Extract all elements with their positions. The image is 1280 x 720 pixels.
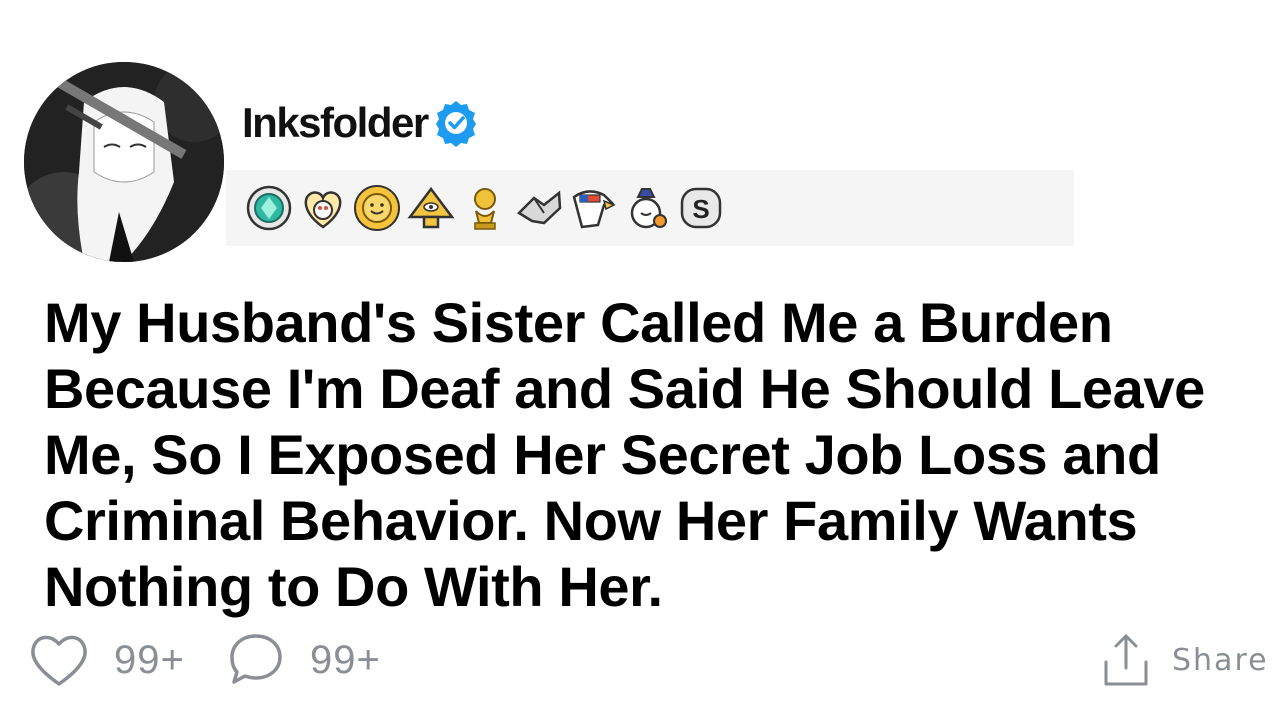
awards-bar: S (226, 170, 1074, 246)
share-button[interactable]: Share (1102, 628, 1269, 692)
svg-text:S: S (692, 194, 709, 224)
post-title[interactable]: My Husband's Sister Called Me a Burden B… (44, 290, 1274, 620)
sun-award-icon[interactable] (352, 183, 402, 233)
share-label: Share (1172, 642, 1269, 678)
post-card: Inksfolder S My Husband's Sister Called … (0, 0, 1280, 720)
username[interactable]: Inksfolder (242, 102, 429, 144)
eagle-award-icon[interactable] (568, 183, 618, 233)
comment-button[interactable]: 99+ (226, 628, 381, 692)
like-count: 99+ (114, 637, 185, 682)
heart-eyes-award-icon[interactable] (298, 183, 348, 233)
pyramid-eye-award-icon[interactable] (406, 183, 456, 233)
gold-trophy-award-icon[interactable] (460, 183, 510, 233)
anime-character-avatar-icon (24, 62, 224, 262)
share-icon (1104, 634, 1148, 686)
like-button[interactable]: 99+ (28, 628, 185, 692)
avatar[interactable] (24, 62, 224, 262)
comment-count: 99+ (310, 637, 381, 682)
comment-bubble-icon (230, 634, 282, 684)
handshake-award-icon[interactable] (514, 183, 564, 233)
verified-badge-icon (435, 101, 476, 147)
heart-icon (31, 635, 87, 686)
bubble-award-icon[interactable] (622, 183, 672, 233)
diamond-award-icon[interactable] (244, 183, 294, 233)
actions-bar: 99+ 99+ Share (0, 628, 1280, 692)
silver-s-award-icon[interactable]: S (676, 183, 726, 233)
author-row: Inksfolder (242, 96, 481, 150)
